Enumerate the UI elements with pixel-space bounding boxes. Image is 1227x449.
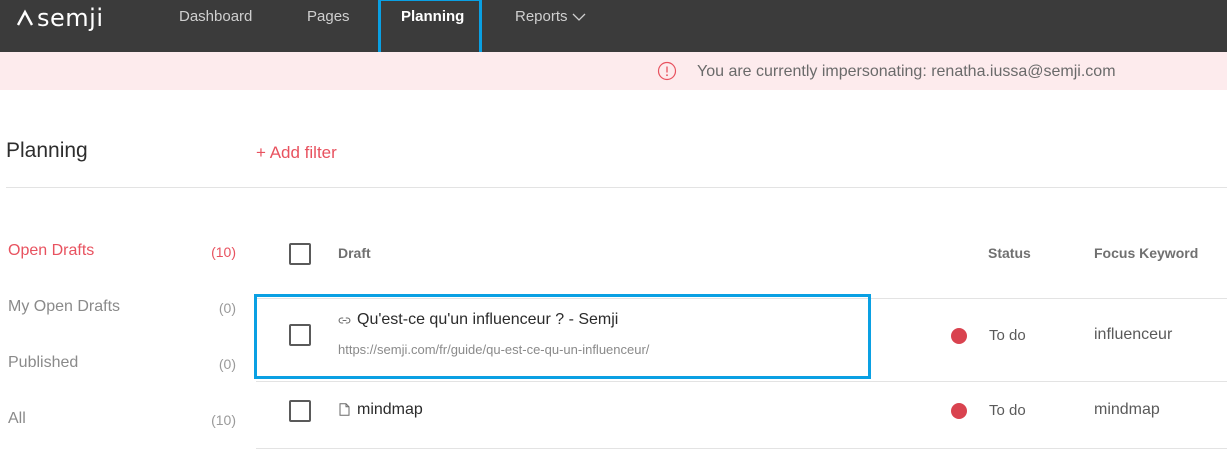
column-header-draft[interactable]: Draft: [338, 245, 371, 261]
top-navbar: semji Dashboard Pages Planning Reports: [0, 0, 1227, 52]
header-divider: [6, 187, 1227, 188]
sidebar-item-open-drafts[interactable]: Open Drafts: [8, 242, 94, 260]
row-checkbox[interactable]: [289, 400, 311, 422]
row-highlight-box: [254, 294, 871, 379]
status-dot: [951, 328, 967, 344]
focus-keyword[interactable]: mindmap: [1094, 401, 1160, 419]
column-header-status[interactable]: Status: [988, 245, 1031, 261]
status-text[interactable]: To do: [989, 327, 1026, 344]
nav-highlight-box: [378, 0, 482, 55]
row-divider: [256, 381, 1227, 382]
nav-dashboard[interactable]: Dashboard: [179, 0, 252, 34]
chevron-down-icon: [572, 13, 585, 21]
document-icon: [339, 403, 350, 416]
logo-mark-icon: [16, 9, 34, 26]
nav-pages[interactable]: Pages: [307, 0, 350, 34]
page-title: Planning: [6, 139, 88, 162]
info-circle-icon: [657, 61, 677, 81]
semji-logo[interactable]: semji: [16, 4, 103, 32]
column-header-focus-keyword[interactable]: Focus Keyword: [1094, 245, 1198, 261]
sidebar-item-my-open-drafts[interactable]: My Open Drafts: [8, 298, 120, 316]
select-all-checkbox[interactable]: [289, 243, 311, 265]
sidebar-count-published: (0): [218, 356, 236, 372]
sidebar-count-my-open-drafts: (0): [218, 300, 236, 316]
sidebar-count-all: (10): [211, 412, 236, 428]
status-text[interactable]: To do: [989, 402, 1026, 419]
logo-text: semji: [37, 4, 104, 32]
draft-title[interactable]: mindmap: [357, 401, 423, 419]
nav-reports[interactable]: Reports: [515, 0, 586, 34]
nav-reports-label: Reports: [515, 8, 568, 25]
status-dot: [951, 403, 967, 419]
impersonation-text: You are currently impersonating: renatha…: [697, 63, 1116, 80]
sidebar-item-published[interactable]: Published: [8, 354, 78, 372]
focus-keyword[interactable]: influenceur: [1094, 326, 1172, 344]
sidebar-item-all[interactable]: All: [8, 410, 26, 428]
sidebar-count-open-drafts: (10): [211, 244, 236, 260]
add-filter-button[interactable]: + Add filter: [256, 143, 337, 163]
